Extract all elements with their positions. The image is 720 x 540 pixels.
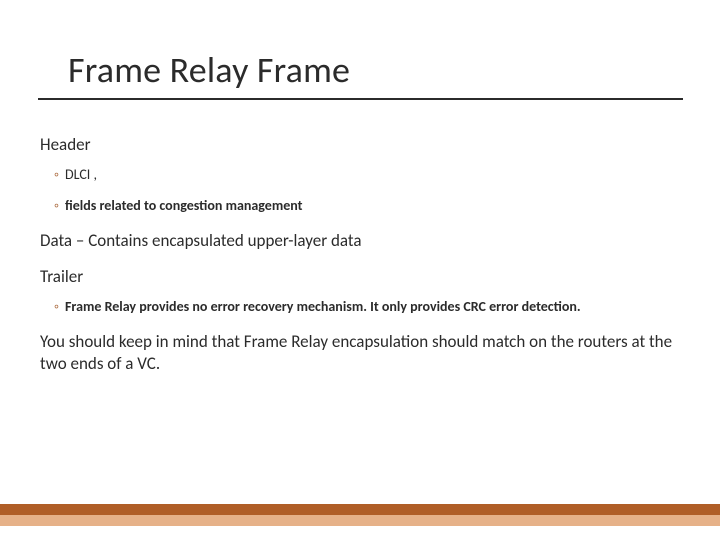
title-wrap: Frame Relay Frame bbox=[38, 48, 682, 92]
slide-title: Frame Relay Frame bbox=[68, 48, 682, 92]
trailer-bullet: ◦ Frame Relay provides no error recovery… bbox=[40, 298, 682, 317]
content-area: Header ◦ DLCI , ◦ fields related to cong… bbox=[38, 100, 682, 375]
bullet-marker: ◦ bbox=[54, 166, 59, 185]
bullet-text: DLCI , bbox=[65, 166, 682, 185]
bullet-marker: ◦ bbox=[54, 197, 59, 216]
band-dark bbox=[0, 504, 720, 515]
bullet-text: Frame Relay provides no error recovery m… bbox=[65, 298, 682, 317]
section-trailer-label: Trailer bbox=[40, 266, 682, 288]
footer-accent-band bbox=[0, 504, 720, 526]
section-data-text: Data – Contains encapsulated upper-layer… bbox=[40, 230, 682, 252]
slide: Frame Relay Frame Header ◦ DLCI , ◦ fiel… bbox=[0, 0, 720, 540]
band-light bbox=[0, 515, 720, 526]
header-bullet: ◦ DLCI , bbox=[40, 166, 682, 185]
header-bullet: ◦ fields related to congestion managemen… bbox=[40, 197, 682, 216]
section-note-text: You should keep in mind that Frame Relay… bbox=[40, 331, 682, 375]
section-header-label: Header bbox=[40, 134, 682, 156]
bullet-text: fields related to congestion management bbox=[65, 197, 682, 216]
bullet-marker: ◦ bbox=[54, 298, 59, 317]
